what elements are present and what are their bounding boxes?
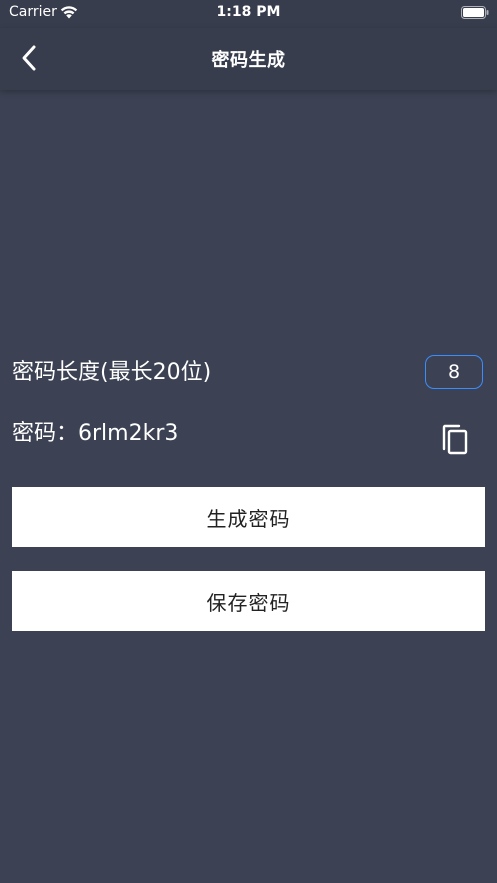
- status-time: 1:18 PM: [216, 4, 281, 20]
- password-value: 6rlm2kr3: [78, 421, 179, 446]
- battery-icon: [461, 6, 489, 19]
- page-title: 密码生成: [211, 50, 286, 71]
- copy-button[interactable]: [440, 422, 470, 456]
- password-length-input[interactable]: [425, 355, 483, 389]
- password-display: 密码：6rlm2kr3: [12, 418, 178, 450]
- generate-password-button[interactable]: 生成密码: [12, 487, 485, 547]
- navigation-bar: 密码生成: [0, 28, 497, 90]
- save-password-button[interactable]: 保存密码: [12, 571, 485, 631]
- password-prefix: 密码：: [12, 421, 79, 446]
- copy-icon: [442, 424, 468, 455]
- status-bar: Carrier 1:18 PM: [0, 0, 497, 28]
- password-length-label: 密码长度(最长20位): [12, 360, 212, 385]
